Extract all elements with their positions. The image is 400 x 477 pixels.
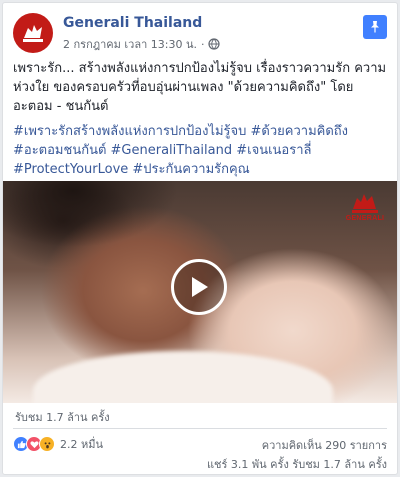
video-views: รับชม 1.7 ล้าน ครั้ง (15, 411, 110, 424)
globe-icon[interactable] (208, 38, 221, 50)
pin-icon (371, 21, 379, 33)
comments-count[interactable]: ความคิดเห็น 290 รายการ (262, 436, 387, 454)
brand-wordmark: GENERALI (345, 215, 385, 222)
post-timestamp[interactable]: 2 กรกฎาคม เวลา 13:30 น. (63, 35, 197, 53)
video-frame-shadow (3, 181, 193, 271)
page-name[interactable]: Generali Thailand (63, 15, 202, 31)
generali-video-logo: GENERALI (345, 191, 385, 229)
reaction-count[interactable]: 2.2 หมื่น (60, 435, 103, 453)
caption-text: เพราะรัก... สร้างพลังแห่งการปกป้องไม่รู้… (13, 61, 387, 114)
caption-hashtags[interactable]: #เพราะรักสร้างพลังแห่งการปกป้องไม่รู้จบ … (13, 122, 391, 179)
post-caption: เพราะรัก... สร้างพลังแห่งการปกป้องไม่รู้… (13, 59, 391, 185)
divider (13, 428, 387, 429)
video-player[interactable]: GENERALI (3, 181, 397, 403)
meta-separator: · (200, 37, 205, 51)
generali-lion-logo-icon (23, 25, 43, 42)
post-card: Generali Thailand 2 กรกฎาคม เวลา 13:30 น… (2, 2, 398, 475)
shares-views-count[interactable]: แชร์ 3.1 พัน ครั้ง รับชม 1.7 ล้าน ครั้ง (207, 455, 387, 473)
reactions-summary[interactable]: 2.2 หมื่น (13, 435, 103, 453)
wow-icon[interactable] (39, 436, 55, 452)
pin-button[interactable] (363, 15, 387, 39)
play-icon (192, 277, 208, 297)
post-header: Generali Thailand 2 กรกฎาคม เวลา 13:30 น… (13, 13, 387, 53)
page-avatar[interactable] (13, 13, 53, 53)
play-button[interactable] (171, 259, 227, 315)
post-meta: 2 กรกฎาคม เวลา 13:30 น. · (63, 35, 221, 53)
generali-lion-logo-icon (352, 194, 378, 213)
